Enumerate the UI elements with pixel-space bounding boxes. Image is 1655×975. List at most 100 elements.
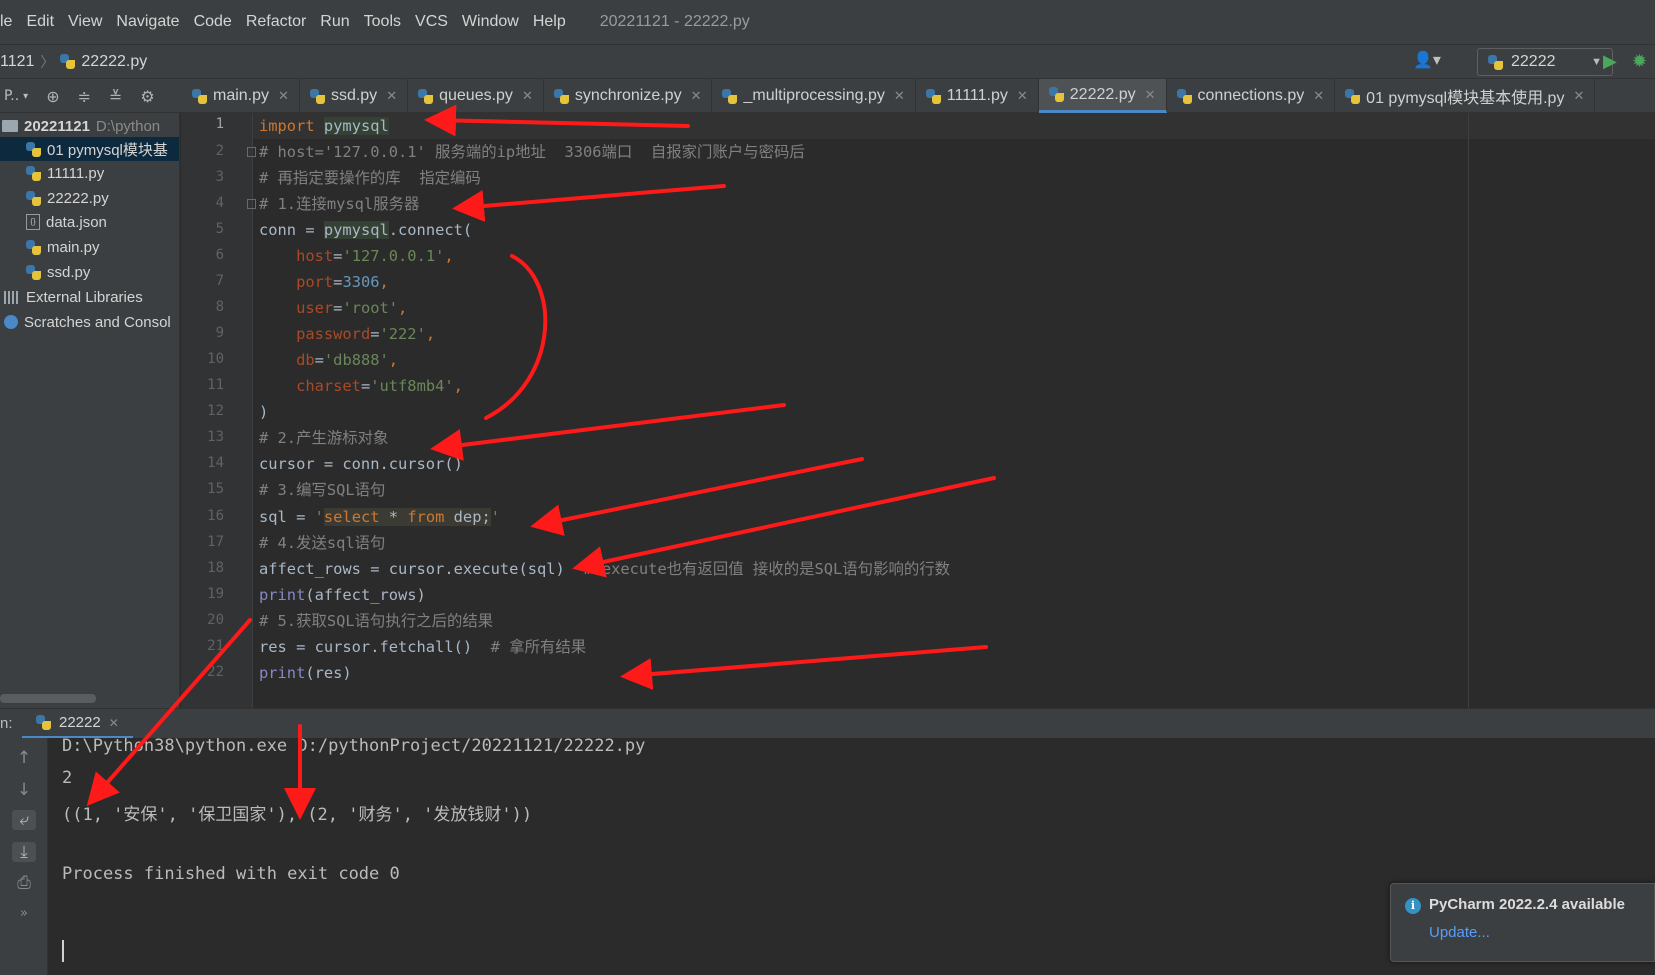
tab-queues-py[interactable]: queues.py ✕ [408, 79, 544, 113]
python-file-icon [26, 264, 41, 280]
tree-item-data-json[interactable]: {} data.json [26, 210, 107, 234]
tab-11111-py[interactable]: 11111.py ✕ [916, 79, 1039, 113]
menu-code[interactable]: Code [194, 13, 232, 31]
python-file-icon [192, 88, 207, 104]
expand-all-icon[interactable]: ≑ [78, 87, 91, 106]
notification-title: PyCharm 2022.2.4 available [1429, 896, 1625, 913]
text-caret [62, 940, 64, 962]
line-number: 8 [215, 299, 224, 315]
python-file-icon [1345, 88, 1361, 104]
tab-pymysql-basics-py[interactable]: 01 pymysql模块基本使用.py ✕ [1335, 79, 1596, 113]
menu-window[interactable]: Window [462, 13, 519, 31]
menu-file[interactable]: le [0, 13, 12, 31]
tree-root-folder[interactable]: 20221121 D:\python [2, 114, 160, 138]
code-line: affect_rows = cursor.execute(sql) # exec… [259, 560, 951, 578]
arrow-down-icon[interactable]: ↓ [12, 780, 36, 800]
line-number: 21 [207, 638, 224, 654]
code-line: sql = 'select * from dep;' [259, 508, 501, 526]
close-icon[interactable]: ✕ [691, 88, 702, 104]
debug-icon[interactable]: ✹ [1632, 51, 1647, 72]
run-panel-label: n: [0, 715, 13, 732]
code-line: host='127.0.0.1', [296, 247, 454, 265]
console-line: D:\Python38\python.exe D:/pythonProject/… [62, 736, 646, 756]
fold-icon[interactable] [247, 147, 256, 157]
tab-22222-py[interactable]: 22222.py ✕ [1038, 79, 1167, 113]
line-number: 10 [207, 351, 224, 367]
code-line: import pymysql [259, 117, 389, 135]
tab-multiprocessing-py[interactable]: _multiprocessing.py ✕ [712, 79, 916, 113]
update-link[interactable]: Update... [1429, 924, 1490, 941]
menu-vcs[interactable]: VCS [415, 13, 448, 31]
menu-help[interactable]: Help [533, 13, 566, 31]
close-icon[interactable]: ✕ [1573, 88, 1584, 104]
horizontal-scrollbar[interactable] [0, 694, 96, 703]
code-area[interactable]: import pymysql # host='127.0.0.1' 服务端的ip… [259, 113, 1655, 708]
line-number: 17 [207, 534, 224, 550]
python-file-icon [309, 88, 325, 104]
breadcrumb-file[interactable]: 22222.py [81, 53, 147, 71]
close-icon[interactable]: ✕ [1017, 88, 1028, 104]
tab-label: queues.py [439, 87, 513, 104]
close-icon[interactable]: ✕ [522, 88, 533, 104]
code-editor[interactable]: 1 2 3 4 5 6 7 8 9 10 11 12 13 14 15 16 1… [181, 113, 1655, 708]
gear-icon[interactable]: ⚙ [140, 87, 154, 106]
menu-tools[interactable]: Tools [364, 13, 401, 31]
python-file-icon [26, 190, 41, 206]
tree-item-pymysql-basics[interactable]: 01 pymysql模块基 [0, 137, 179, 161]
run-tab-22222[interactable]: 22222 ✕ [22, 709, 133, 739]
fold-icon[interactable] [247, 199, 256, 209]
code-line: # host='127.0.0.1' 服务端的ip地址 3306端口 自报家门账… [259, 143, 805, 161]
tab-label: ssd.py [330, 87, 378, 104]
editor-tabs: main.py ✕ ssd.py ✕ queues.py ✕ synchronize.… [182, 79, 1596, 113]
menu-refactor[interactable]: Refactor [246, 13, 306, 31]
console-line: Process finished with exit code 0 [62, 864, 400, 884]
tree-item-scratches[interactable]: Scratches and Consol [4, 310, 171, 334]
soft-wrap-icon[interactable]: ⤶ [12, 810, 36, 830]
python-file-icon [722, 88, 738, 104]
run-icon[interactable]: ▶ [1603, 51, 1617, 72]
menu-view[interactable]: View [68, 13, 102, 31]
close-icon[interactable]: ✕ [1145, 87, 1156, 103]
tree-item-main[interactable]: main.py [26, 235, 100, 259]
close-icon[interactable]: ✕ [109, 716, 119, 730]
breadcrumb-separator-icon: 〉 [40, 54, 55, 71]
close-icon[interactable]: ✕ [386, 88, 397, 104]
print-icon[interactable]: ⎙ [12, 873, 36, 893]
code-line: # 2.产生游标对象 [259, 429, 389, 447]
window-title: 20221121 - 22222.py [599, 13, 750, 30]
dropdown-arrow-icon[interactable]: ▾ [23, 91, 28, 102]
locate-target-icon[interactable]: ⊕ [46, 87, 59, 106]
arrow-up-icon[interactable]: ↑ [12, 748, 36, 768]
tab-ssd-py[interactable]: ssd.py ✕ [300, 79, 409, 113]
scroll-to-end-icon[interactable]: ⤓ [12, 842, 36, 862]
tree-item-label: 01 pymysql模块基 [47, 141, 168, 159]
tab-synchronize-py[interactable]: synchronize.py ✕ [544, 79, 713, 113]
close-icon[interactable]: ✕ [894, 88, 905, 104]
tree-item-external-libraries[interactable]: External Libraries [4, 285, 143, 309]
project-view-selector[interactable]: P.. [4, 88, 19, 104]
python-file-icon [1488, 54, 1503, 70]
close-icon[interactable]: ✕ [1313, 88, 1324, 104]
line-number: 14 [207, 455, 224, 471]
line-number: 19 [207, 586, 224, 602]
collapse-all-icon[interactable]: ≚ [109, 87, 122, 106]
tree-item-label: data.json [46, 213, 107, 231]
close-icon[interactable]: ✕ [278, 88, 289, 104]
line-number: 11 [207, 377, 224, 393]
menu-bar: le Edit View Navigate Code Refactor Run … [0, 0, 1655, 44]
tree-item-ssd[interactable]: ssd.py [26, 260, 90, 284]
menu-navigate[interactable]: Navigate [116, 13, 179, 31]
console-line: ((1, '安保', '保卫国家'), (2, '财务', '发放钱财')) [62, 805, 533, 825]
tab-connections-py[interactable]: connections.py ✕ [1167, 79, 1336, 113]
tab-main-py[interactable]: main.py ✕ [182, 79, 300, 113]
menu-edit[interactable]: Edit [26, 13, 54, 31]
run-configuration-select[interactable]: 22222 ▼ [1477, 48, 1613, 76]
more-icon[interactable]: » [12, 906, 36, 921]
user-account-icon[interactable]: 👤▾ [1413, 50, 1441, 69]
line-number: 20 [207, 612, 224, 628]
tree-item-11111[interactable]: 11111.py [26, 161, 104, 185]
breadcrumb-project[interactable]: 1121 [0, 53, 34, 71]
menu-run[interactable]: Run [320, 13, 349, 31]
code-line: print(affect_rows) [259, 586, 426, 604]
tree-item-22222[interactable]: 22222.py [26, 186, 109, 210]
